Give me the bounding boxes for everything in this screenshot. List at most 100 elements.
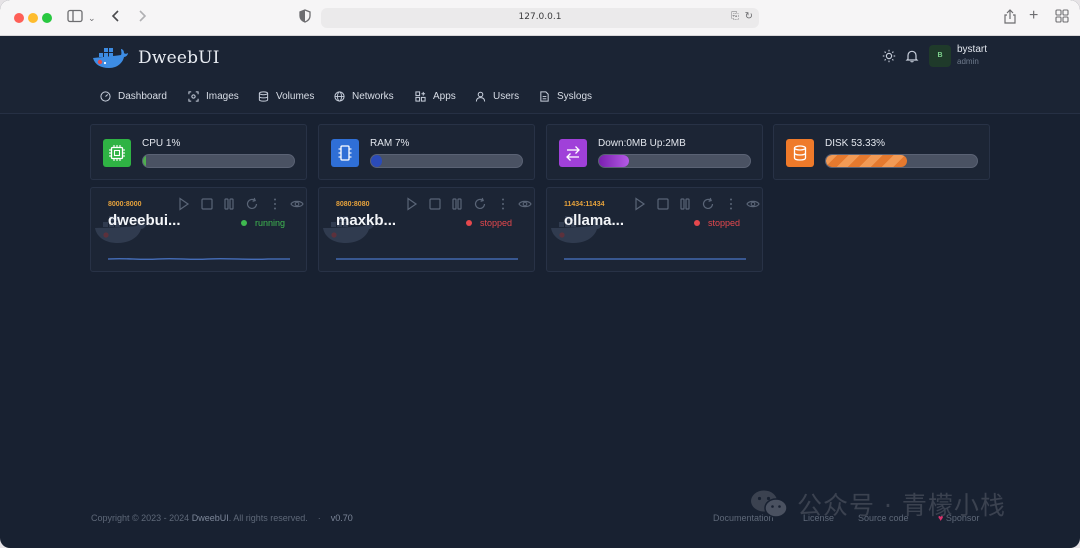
nav-label-volumes: Volumes [276,90,315,102]
stat-card-ram: RAM 7% [318,124,535,180]
cpu-progress-bar [142,154,295,168]
watermark-text: 公众号 · 青檬小栈 [797,491,1006,520]
more-vertical-button[interactable] [491,197,514,211]
apps-icon [415,90,426,102]
chevron-down-icon[interactable]: ⌄ [88,9,96,27]
play-button[interactable] [629,197,652,211]
zoom-window-button[interactable] [42,13,52,23]
container-ports: 8000:8000 [108,201,142,208]
status-dot [241,220,247,226]
stop-button[interactable] [652,197,675,211]
url-text: 127.0.0.1 [518,12,562,22]
cpu-progress-fill [143,155,147,167]
ram-progress-bar [370,154,523,168]
play-button[interactable] [173,197,196,211]
ram-label: RAM 7% [370,138,410,149]
new-tab-icon[interactable]: + [1029,7,1038,25]
nav-label-users: Users [493,90,520,102]
sidebar-toggle-icon[interactable] [67,9,83,27]
pause-button[interactable] [446,197,469,211]
eye-button[interactable] [742,197,762,211]
stat-card-disk: DISK 53.33% [773,124,990,180]
eye-icon [746,200,760,208]
share-icon[interactable] [1003,9,1017,29]
disk-progress-bar [825,154,978,168]
container-name[interactable]: ollama... [564,212,624,229]
footer-brand-link[interactable]: DweebUI [192,513,229,523]
back-arrow-icon[interactable] [110,9,122,27]
restart-button[interactable] [241,197,264,211]
container-actions [629,197,762,211]
globe-icon [334,90,345,102]
close-window-button[interactable] [14,13,24,23]
rights-text: . All rights reserved. [228,513,308,523]
restart-icon [474,197,486,210]
tab-overview-icon[interactable] [1055,9,1069,27]
copyright-text: Copyright © 2023 - 2024 [91,513,190,523]
restart-icon [246,197,258,210]
container-card[interactable]: 8080:8080 maxkb... stopped [318,187,535,272]
image-icon [188,90,199,102]
nav-item-apps[interactable]: Apps [415,88,456,104]
avatar[interactable]: B [929,45,951,67]
nav-item-networks[interactable]: Networks [334,88,394,104]
container-activity-sparkline [564,258,746,260]
nav-label-dashboard: Dashboard [118,90,167,102]
footer-separator: · [317,513,321,523]
restart-button[interactable] [469,197,492,211]
dashboard-icon [100,90,111,102]
container-actions [173,197,306,211]
status-text: stopped [480,218,513,228]
nav-item-users[interactable]: Users [475,88,519,104]
stop-icon [657,198,669,210]
container-name[interactable]: maxkb... [336,212,396,229]
play-button[interactable] [401,197,424,211]
more-vertical-icon [273,198,276,210]
more-vertical-button[interactable] [263,197,286,211]
cpu-label: CPU 1% [142,138,181,149]
nav-label-syslogs: Syslogs [557,90,593,102]
footer-copyright: Copyright © 2023 - 2024 DweebUI. All rig… [91,513,353,523]
container-card[interactable]: 8000:8000 dweebui... running [90,187,307,272]
bell-icon[interactable] [905,49,919,63]
network-progress-fill [599,155,630,167]
container-status: stopped [694,218,740,228]
container-name[interactable]: dweebui... [108,212,181,229]
nav-item-syslogs[interactable]: Syslogs [539,88,592,104]
nav-item-volumes[interactable]: Volumes [258,88,314,104]
eye-button[interactable] [286,197,306,211]
stat-card-cpu: CPU 1% [90,124,307,180]
whale-logo-icon[interactable] [91,46,129,70]
browser-toolbar: ⌄ 127.0.0.1 ⎘ ↻ + [0,0,1080,36]
pause-button[interactable] [218,197,241,211]
container-card[interactable]: 11434:11434 ollama... stopped [546,187,763,272]
user-icon [475,91,486,102]
container-ports: 8080:8080 [336,201,370,208]
pause-icon [224,198,235,210]
restart-button[interactable] [697,197,720,211]
user-name[interactable]: bystart [957,44,987,55]
network-label: Down:0MB Up:2MB [598,138,686,149]
container-activity-sparkline [108,258,290,260]
brand-title[interactable]: DweebUI [138,48,220,68]
stat-card-network: Down:0MB Up:2MB [546,124,763,180]
play-icon [407,197,418,211]
pause-button[interactable] [674,197,697,211]
minimize-window-button[interactable] [28,13,38,23]
forward-arrow-icon[interactable] [136,9,148,27]
more-vertical-button[interactable] [719,197,742,211]
eye-icon [290,200,304,208]
watermark: 公众号 · 青檬小栈 [749,484,1006,524]
address-bar[interactable]: 127.0.0.1 ⎘ ↻ [321,8,759,28]
eye-button[interactable] [514,197,534,211]
stop-button[interactable] [196,197,219,211]
nav-item-images[interactable]: Images [188,88,239,104]
stop-button[interactable] [424,197,447,211]
nav-label-networks: Networks [352,90,394,102]
nav-item-dashboard[interactable]: Dashboard [100,88,167,104]
translate-icon[interactable]: ⎘ [731,11,739,22]
theme-toggle-sun-icon[interactable] [882,49,896,63]
database-icon [258,90,269,102]
shield-icon[interactable] [299,9,311,27]
reload-icon[interactable]: ↻ [745,11,753,22]
